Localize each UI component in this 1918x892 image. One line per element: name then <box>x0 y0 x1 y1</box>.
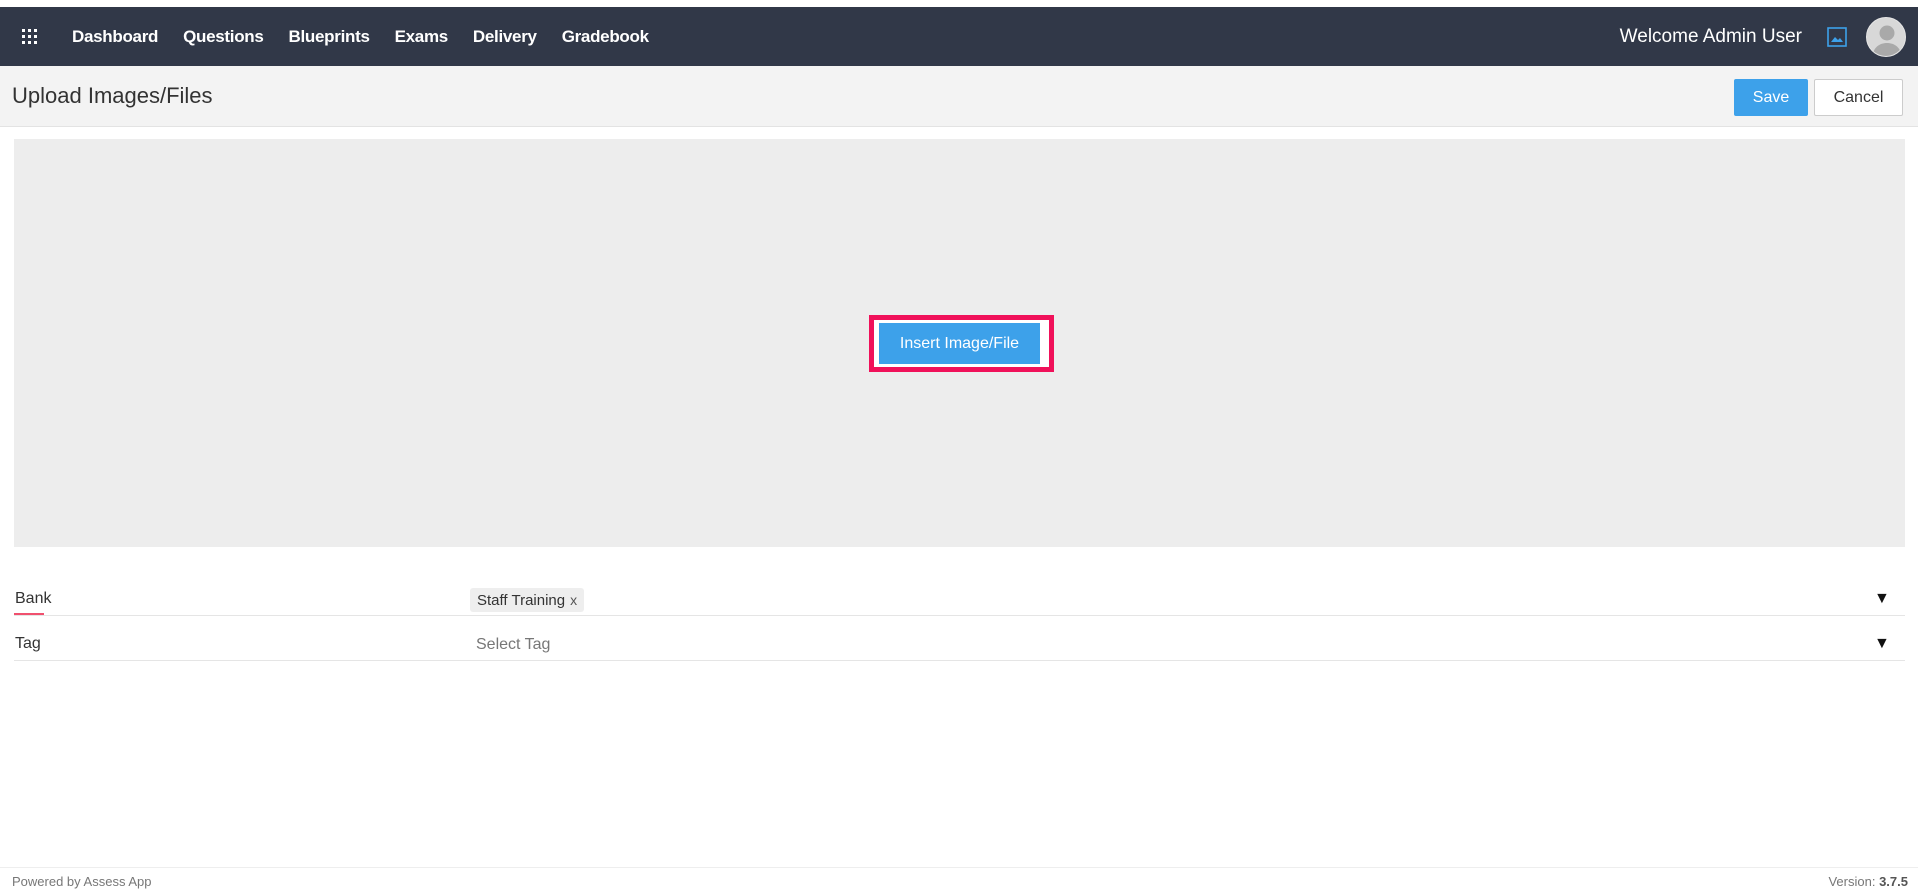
powered-by-text: Powered by Assess App <box>12 874 152 889</box>
save-button[interactable]: Save <box>1734 79 1808 116</box>
top-strip <box>0 0 1918 7</box>
cancel-button[interactable]: Cancel <box>1814 79 1903 116</box>
tag-field-row: Tag Select Tag ▼ <box>14 621 1905 661</box>
user-avatar-icon[interactable] <box>1866 16 1906 57</box>
apps-menu-button[interactable] <box>0 7 58 66</box>
insert-image-file-button[interactable]: Insert Image/File <box>879 323 1040 364</box>
bank-label: Bank <box>15 590 52 607</box>
version-label: Version: <box>1828 874 1876 889</box>
apps-grid-icon <box>21 29 37 44</box>
bank-chip-remove-button[interactable]: x <box>570 592 577 608</box>
version-text: Version: 3.7.5 <box>1828 874 1908 889</box>
nav-gradebook[interactable]: Gradebook <box>562 27 649 47</box>
page-title: Upload Images/Files <box>12 83 213 108</box>
nav-dashboard[interactable]: Dashboard <box>72 27 158 47</box>
page-footer: Powered by Assess App Version: 3.7.5 <box>0 867 1918 892</box>
bank-field-row: Bank Staff Training x ▼ <box>14 576 1905 616</box>
page-header: Upload Images/Files Save Cancel <box>0 66 1918 127</box>
nav-exams[interactable]: Exams <box>395 27 449 47</box>
bank-chip-label: Staff Training <box>477 591 566 609</box>
image-icon[interactable] <box>1824 24 1850 50</box>
nav-questions[interactable]: Questions <box>183 27 264 47</box>
bank-selected-chip: Staff Training x <box>470 588 585 612</box>
version-number: 3.7.5 <box>1879 874 1908 889</box>
welcome-text: Welcome Admin User <box>1619 25 1802 47</box>
tag-label: Tag <box>15 635 41 652</box>
nav-user-area: Welcome Admin User <box>1620 7 1918 66</box>
tag-dropdown-arrow-icon[interactable]: ▼ <box>1874 635 1890 653</box>
nav-blueprints[interactable]: Blueprints <box>289 27 370 47</box>
tag-select-input[interactable]: Select Tag <box>476 636 550 654</box>
bank-label-underline <box>14 613 44 615</box>
nav-delivery[interactable]: Delivery <box>473 27 537 47</box>
main-nav: Dashboard Questions Blueprints Exams Del… <box>72 27 674 47</box>
bank-dropdown-arrow-icon[interactable]: ▼ <box>1874 590 1890 608</box>
top-navbar: Dashboard Questions Blueprints Exams Del… <box>0 7 1918 66</box>
